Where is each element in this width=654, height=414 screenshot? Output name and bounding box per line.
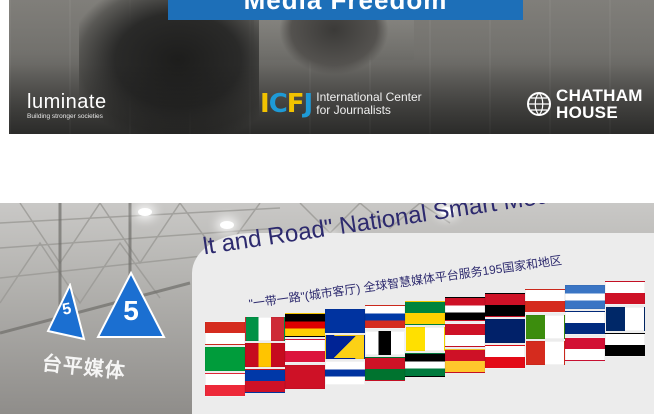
exhibition-hall-image: 5 5 台平媒体 lt and Road" National Smart Med… — [0, 203, 654, 414]
flag — [205, 321, 245, 345]
flag — [525, 341, 565, 365]
flag — [205, 347, 245, 371]
flag — [405, 327, 445, 351]
chatham-logo-line2: HOUSE — [556, 103, 618, 122]
flag — [605, 281, 645, 305]
icfj-logo: ICFJ International Center for Journalist… — [260, 89, 422, 119]
flag — [485, 345, 525, 369]
luminate-logo: luminate Building stronger societies — [27, 92, 107, 120]
flag — [365, 331, 405, 355]
flag — [485, 319, 525, 343]
flag — [245, 343, 285, 367]
flag — [525, 315, 565, 339]
flag — [285, 339, 325, 363]
icfj-logo-name: International Center for Journalists — [316, 91, 421, 117]
flag — [605, 307, 645, 331]
flag — [445, 297, 485, 321]
flag — [565, 311, 605, 335]
flag — [285, 365, 325, 389]
chatham-house-logo-name: CHATHAM HOUSE — [556, 87, 643, 121]
flag — [405, 301, 445, 325]
banner-image: Media Freedom luminate Building stronger… — [9, 0, 654, 134]
flag — [445, 323, 485, 347]
flag — [325, 309, 365, 333]
flag — [245, 369, 285, 393]
flag — [565, 337, 605, 361]
flag — [565, 285, 605, 309]
flag — [445, 349, 485, 373]
flag — [205, 373, 245, 397]
chatham-logo-line1: CHATHAM — [556, 86, 643, 105]
flag — [525, 289, 565, 313]
flag — [485, 293, 525, 317]
luminate-logo-tagline: Building stronger societies — [27, 113, 103, 120]
ceiling-light — [220, 221, 234, 229]
flag — [365, 357, 405, 381]
luminate-logo-name: luminate — [27, 91, 107, 113]
banner-headline: Media Freedom — [168, 0, 523, 20]
flag — [325, 361, 365, 385]
flag — [605, 333, 645, 357]
flag — [285, 313, 325, 337]
flag — [365, 305, 405, 329]
flag — [405, 353, 445, 377]
flags-wall — [195, 281, 654, 414]
flag — [245, 317, 285, 341]
icfj-logo-name-line2: for Journalists — [316, 103, 391, 117]
hall-sign-number: 5 — [123, 295, 139, 326]
chatham-house-logo: CHATHAM HOUSE — [526, 87, 643, 121]
flag — [325, 335, 365, 359]
globe-icon — [527, 92, 551, 116]
icfj-logo-mark: ICFJ — [260, 89, 313, 119]
ceiling-light — [138, 208, 152, 216]
